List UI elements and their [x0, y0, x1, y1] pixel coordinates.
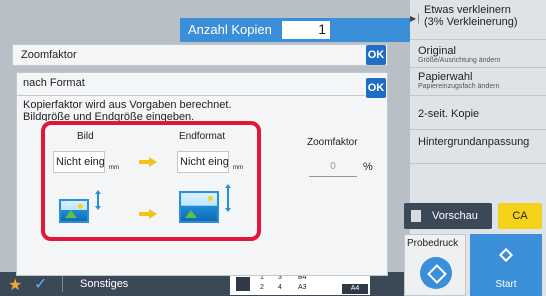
preview-icon [411, 210, 421, 222]
bild-label: Bild [77, 131, 94, 142]
start-button[interactable]: Start [470, 234, 542, 296]
copies-label: Anzahl Kopien [188, 22, 272, 37]
original-sub: Größe/Ausrichtung ändern [418, 57, 501, 64]
bild-unit: mm [109, 165, 119, 171]
copies-input[interactable]: 1 [282, 21, 330, 39]
tray-selected-a4: A4 [342, 284, 368, 294]
target-image-icon [179, 191, 219, 223]
zoom-dialog: Zoomfaktor [12, 44, 388, 66]
duplex-copy-button[interactable]: 2-seit. Kopie [410, 96, 546, 130]
arrow-right-icon [139, 209, 157, 219]
reduce-slightly-sub: (3% Verkleinerung) [424, 16, 518, 28]
format-dialog-title: nach Format [23, 77, 85, 89]
zoom-ok-button[interactable]: OK [366, 45, 386, 65]
start-label: Start [495, 279, 517, 290]
arrow-right-icon: ▶│ [410, 14, 422, 23]
probedruck-label: Probedruck [407, 238, 459, 249]
endformat-label: Endformat [179, 131, 226, 142]
paper-select-sub: Papiereinzugsfach ändern [418, 83, 500, 90]
duplex-copy-title: 2-seit. Kopie [418, 108, 480, 120]
endformat-unit: mm [233, 165, 243, 171]
sonstiges-button[interactable]: Sonstiges [80, 278, 128, 290]
background-adjust-title: Hintergrundanpassung [418, 136, 530, 148]
zoom-factor-label: Zoomfaktor [307, 137, 358, 148]
bild-size-input[interactable]: Nicht eing [53, 151, 105, 173]
probedruck-diamond-icon [420, 257, 452, 289]
zoom-factor-input[interactable]: 0 [309, 157, 357, 177]
original-button[interactable]: Original Größe/Ausrichtung ändern [410, 42, 546, 68]
original-height-icon [95, 190, 101, 210]
background-adjust-button[interactable]: Hintergrundanpassung [410, 130, 546, 164]
percent-unit: % [363, 161, 373, 173]
preview-button[interactable]: Vorschau [404, 203, 492, 229]
tray-number-2: 2 [260, 284, 264, 291]
clear-all-button[interactable]: CA [498, 203, 542, 229]
checkmark-icon[interactable]: ✓ [34, 274, 47, 294]
arrow-right-icon [139, 157, 157, 167]
size-input-group: Bild Endformat Nicht eing mm Nicht eing … [41, 121, 261, 241]
format-dialog: nach Format Kopierfaktor wird aus Vorgab… [16, 72, 388, 276]
tray-number-4: 4 [278, 284, 282, 291]
divider [62, 276, 63, 292]
preview-label: Vorschau [432, 210, 478, 222]
paper-select-title: Papierwahl [418, 71, 473, 83]
paper-tray-indicator[interactable]: 1 2 3 4 B4 A3 A4 [230, 273, 370, 295]
format-description: Kopierfaktor wird aus Vorgaben berechnet… [23, 99, 232, 121]
reduce-slightly-button[interactable]: ▶│ Etwas verkleinern (3% Verkleinerung) [410, 0, 546, 40]
original-image-icon [59, 199, 89, 223]
format-ok-button[interactable]: OK [366, 78, 386, 98]
divider [17, 95, 365, 96]
start-diamond-icon [498, 247, 514, 263]
paper-select-button[interactable]: Papierwahl Papiereinzugsfach ändern [410, 68, 546, 96]
reduce-slightly-title: Etwas verkleinern [424, 4, 511, 16]
endformat-size-input[interactable]: Nicht eing [177, 151, 229, 173]
copies-bar: Anzahl Kopien 1 [180, 18, 410, 42]
original-title: Original [418, 45, 456, 57]
probedruck-button[interactable]: Probedruck [404, 234, 466, 296]
target-height-icon [225, 184, 231, 212]
zoom-dialog-title: Zoomfaktor [21, 49, 77, 61]
tray-icon [236, 277, 250, 291]
favorite-star-icon[interactable]: ★ [8, 275, 22, 295]
tray-size-a3: A3 [298, 284, 307, 291]
